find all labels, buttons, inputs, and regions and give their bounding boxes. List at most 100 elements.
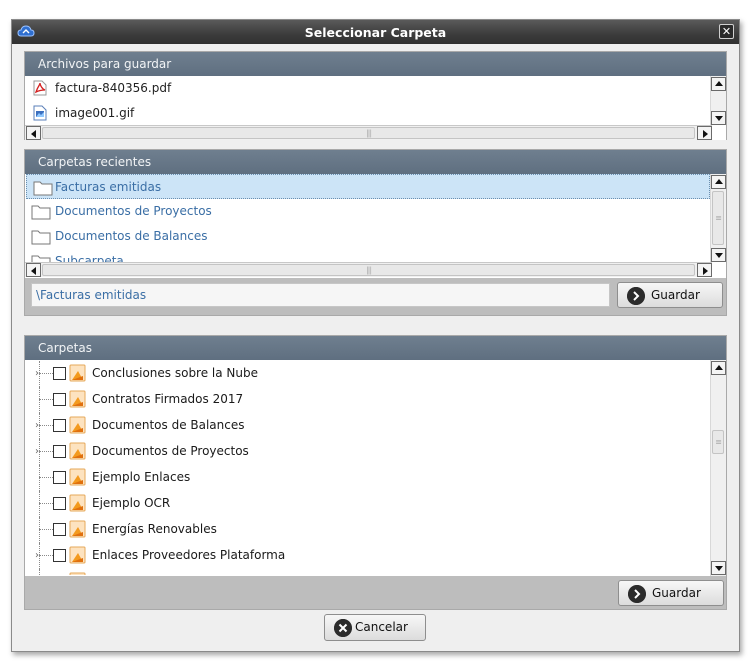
path-input[interactable]: \Facturas emitidas: [31, 283, 610, 307]
tree-item[interactable]: Ejemplo OCR: [25, 491, 726, 517]
files-panel-header: Archivos para guardar: [25, 52, 726, 76]
close-icon[interactable]: ✕: [719, 24, 734, 39]
tree-line: [39, 543, 40, 569]
files-panel: Archivos para guardar factura-840356.pdf…: [24, 51, 727, 140]
tree-line: [39, 451, 53, 452]
files-vertical-scrollbar[interactable]: [710, 76, 726, 125]
tree-line: [39, 425, 53, 426]
tree-item-label: Ejemplo OCR: [92, 496, 171, 510]
tree-item-label: Documentos de Proyectos: [92, 444, 249, 458]
tree-line: [39, 477, 53, 478]
folder-checkbox[interactable]: [53, 523, 66, 536]
tree-item[interactable]: Contratos Firmados 2017: [25, 387, 726, 413]
file-row[interactable]: image001.gif: [25, 101, 726, 126]
scroll-down-button[interactable]: [711, 111, 726, 125]
scroll-left-button[interactable]: [26, 126, 41, 140]
cancel-button[interactable]: Cancelar: [324, 614, 426, 641]
scroll-thumb[interactable]: |||: [42, 127, 695, 139]
folder-checkbox[interactable]: [53, 497, 66, 510]
tree-item[interactable]: › Documentos de Balances: [25, 413, 726, 439]
tree-vertical-scrollbar[interactable]: ≡: [710, 360, 726, 576]
folder-icon: [69, 520, 86, 538]
scroll-down-button[interactable]: [711, 561, 726, 575]
tree-item[interactable]: › Documentos de Proyectos: [25, 439, 726, 465]
tree-item-label: Conclusiones sobre la Nube: [92, 366, 259, 380]
tree-line: [39, 373, 53, 374]
cancel-button-label: Cancelar: [355, 620, 408, 634]
scroll-up-button[interactable]: [711, 175, 726, 189]
tree-line: [39, 361, 40, 387]
chevron-right-icon[interactable]: ›: [35, 420, 39, 431]
arrow-right-circle-icon: [627, 287, 645, 305]
folder-icon: [69, 572, 86, 575]
tree-item[interactable]: › Conclusiones sobre la Nube: [25, 361, 726, 387]
scroll-up-button[interactable]: [711, 361, 726, 375]
recent-vertical-scrollbar[interactable]: ≡: [710, 174, 726, 262]
tree-line: [39, 569, 40, 575]
scroll-right-button[interactable]: [697, 126, 712, 140]
folder-checkbox[interactable]: [53, 419, 66, 432]
folder-checkbox[interactable]: [53, 393, 66, 406]
folder-icon: [69, 416, 86, 434]
save-button-label: Guardar: [651, 288, 700, 302]
folder-icon: [33, 181, 53, 196]
tree-item[interactable]: › Enlaces Proveedores Plataforma: [25, 543, 726, 569]
scroll-up-button[interactable]: [711, 77, 726, 91]
recent-horizontal-scrollbar[interactable]: |||: [25, 262, 712, 277]
folder-icon: [69, 546, 86, 564]
chevron-right-icon[interactable]: ›: [35, 446, 39, 457]
recent-folder-item[interactable]: Subcarpeta: [25, 249, 726, 262]
scroll-thumb[interactable]: ≡: [712, 191, 724, 245]
image-file-icon: [33, 105, 47, 121]
folder-icon: [31, 205, 51, 220]
scroll-right-button[interactable]: [697, 263, 712, 277]
folder-icon: [69, 494, 86, 512]
folder-checkbox[interactable]: [53, 367, 66, 380]
tree-line: [39, 399, 53, 400]
folder-checkbox[interactable]: [53, 549, 66, 562]
file-row[interactable]: factura-840356.pdf: [25, 76, 726, 101]
save-button[interactable]: Guardar: [618, 580, 724, 606]
folder-icon: [69, 390, 86, 408]
folder-icon: [31, 230, 51, 245]
tree-item[interactable]: Energías Renovables: [25, 517, 726, 543]
recent-folder-item[interactable]: Facturas emitidas: [26, 174, 710, 199]
scroll-left-button[interactable]: [26, 263, 41, 277]
arrow-right-circle-icon: [628, 585, 646, 603]
tree-item[interactable]: Ejemplo Enlaces: [25, 465, 726, 491]
folders-tree: › Conclusiones sobre la Nube Contratos Fir…: [25, 360, 726, 576]
tree-item[interactable]: [25, 569, 726, 575]
recent-folder-item[interactable]: Documentos de Balances: [25, 224, 726, 249]
tree-line: [39, 439, 40, 465]
folders-panel: Carpetas › Conclusiones sobre la Nube Cont…: [24, 335, 727, 610]
files-list: factura-840356.pdf image001.gif |||: [25, 76, 726, 140]
tree-line: [39, 555, 53, 556]
recent-folders-list: Facturas emitidas Documentos de Proyecto…: [25, 174, 726, 278]
tree-item-label: Ejemplo Enlaces: [92, 470, 191, 484]
recent-folder-label: Documentos de Proyectos: [55, 204, 212, 218]
folder-icon: [69, 442, 86, 460]
recent-folder-item[interactable]: Documentos de Proyectos: [25, 199, 726, 224]
recent-folders-panel: Carpetas recientes Facturas emitidas Doc…: [24, 149, 727, 316]
tree-item-label: Contratos Firmados 2017: [92, 392, 244, 406]
chevron-right-icon[interactable]: ›: [35, 550, 39, 561]
title-bar[interactable]: Seleccionar Carpeta ✕: [12, 20, 739, 44]
recent-folders-header: Carpetas recientes: [25, 150, 726, 174]
save-button[interactable]: Guardar: [617, 282, 723, 308]
tree-line: [39, 529, 53, 530]
tree-line: [39, 491, 40, 517]
folder-checkbox[interactable]: [53, 471, 66, 484]
folder-icon: [31, 255, 51, 262]
scroll-thumb[interactable]: ≡: [712, 430, 724, 454]
scroll-thumb[interactable]: |||: [42, 264, 695, 276]
files-horizontal-scrollbar[interactable]: |||: [25, 125, 712, 140]
tree-line: [39, 517, 40, 543]
select-folder-dialog: Seleccionar Carpeta ✕ Archivos para guar…: [11, 19, 740, 652]
scroll-down-button[interactable]: [711, 248, 726, 262]
chevron-right-icon[interactable]: ›: [35, 368, 39, 379]
folder-icon: [69, 468, 86, 486]
folder-icon: [69, 364, 86, 382]
tree-line: [39, 413, 40, 439]
file-name: factura-840356.pdf: [55, 81, 172, 95]
folder-checkbox[interactable]: [53, 445, 66, 458]
